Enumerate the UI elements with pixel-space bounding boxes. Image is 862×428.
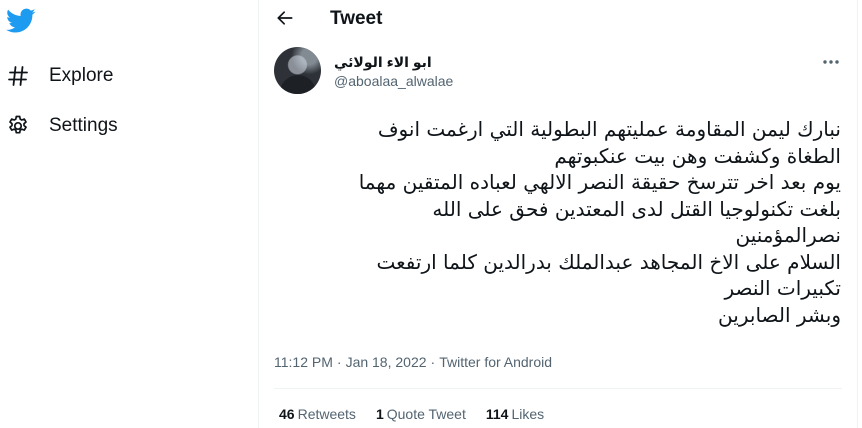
retweets-label: Retweets bbox=[297, 406, 356, 422]
meta-separator: · bbox=[336, 354, 342, 370]
tweet-text-line: نصرالمؤمنين bbox=[735, 223, 842, 247]
arrow-left-icon bbox=[275, 8, 295, 33]
likes-stat[interactable]: 114 Likes bbox=[486, 406, 544, 422]
likes-count: 114 bbox=[485, 406, 509, 422]
twitter-bird-icon[interactable] bbox=[5, 8, 36, 34]
sidebar: Explore Settings bbox=[0, 0, 258, 428]
column-divider bbox=[857, 0, 858, 428]
quote-tweets-stat[interactable]: 1 Quote Tweet bbox=[376, 406, 466, 422]
tweet-text-line: الطغاة وكشفت وهن بيت عنكبوتهم bbox=[554, 143, 841, 168]
tweet-date[interactable]: Jan 18, 2022 bbox=[346, 354, 427, 370]
retweets-stat[interactable]: 46 Retweets bbox=[279, 406, 356, 422]
author-display-name[interactable]: ابو الاء الولائي bbox=[334, 54, 432, 71]
gear-icon bbox=[4, 112, 32, 140]
back-button[interactable] bbox=[271, 6, 299, 34]
retweets-count: 46 bbox=[279, 406, 295, 422]
quotes-label: Quote Tweet bbox=[386, 406, 466, 422]
likes-label: Likes bbox=[511, 406, 545, 422]
tweet-text-line: يوم بعد اخر تترسخ حقيقة النصر الالهي لعب… bbox=[358, 170, 841, 194]
sidebar-item-settings[interactable]: Settings bbox=[4, 106, 118, 146]
stats-divider bbox=[274, 388, 842, 389]
meta-separator: · bbox=[430, 354, 436, 370]
tweet-source[interactable]: Twitter for Android bbox=[439, 354, 552, 370]
page-title: Tweet bbox=[330, 8, 383, 29]
tweet-text-line: تكبيرات النصر bbox=[724, 276, 841, 300]
sidebar-item-explore[interactable]: Explore bbox=[4, 56, 113, 96]
main-column: Tweet ابو الاء الولائي @aboalaa_alwalae … bbox=[259, 0, 857, 428]
more-dots-icon bbox=[822, 52, 840, 70]
more-options-button[interactable] bbox=[820, 50, 842, 72]
tweet-text-line: بلغت تكنولوجيا القتل لدى المعتدين فحق عل… bbox=[432, 196, 841, 221]
author-handle[interactable]: @aboalaa_alwalae bbox=[334, 73, 453, 89]
tweet-time[interactable]: 11:12 PM bbox=[274, 354, 333, 370]
quotes-count: 1 bbox=[375, 406, 384, 422]
page-header: Tweet bbox=[259, 0, 857, 42]
sidebar-item-label: Explore bbox=[49, 65, 114, 86]
sidebar-item-label: Settings bbox=[49, 115, 118, 136]
tweet-text-line: نبارك ليمن المقاومة عمليتهم البطولية الت… bbox=[377, 117, 841, 141]
tweet-text-line: وبشر الصابرين bbox=[718, 302, 841, 327]
tweet-text-line: السلام على الاخ المجاهد عبدالملك بدرالدي… bbox=[376, 249, 841, 274]
avatar[interactable] bbox=[274, 47, 321, 94]
tweet-metadata: 11:12 PM · Jan 18, 2022 · Twitter for An… bbox=[274, 354, 552, 370]
app-window: Explore Settings Tweet ابو الاء الولائي … bbox=[0, 0, 862, 428]
tweet-text: نبارك ليمن المقاومة عمليتهم البطولية الت… bbox=[273, 116, 841, 328]
hashtag-icon bbox=[4, 62, 32, 90]
tweet-stats: 46 Retweets 1 Quote Tweet 114 Likes bbox=[279, 406, 564, 422]
